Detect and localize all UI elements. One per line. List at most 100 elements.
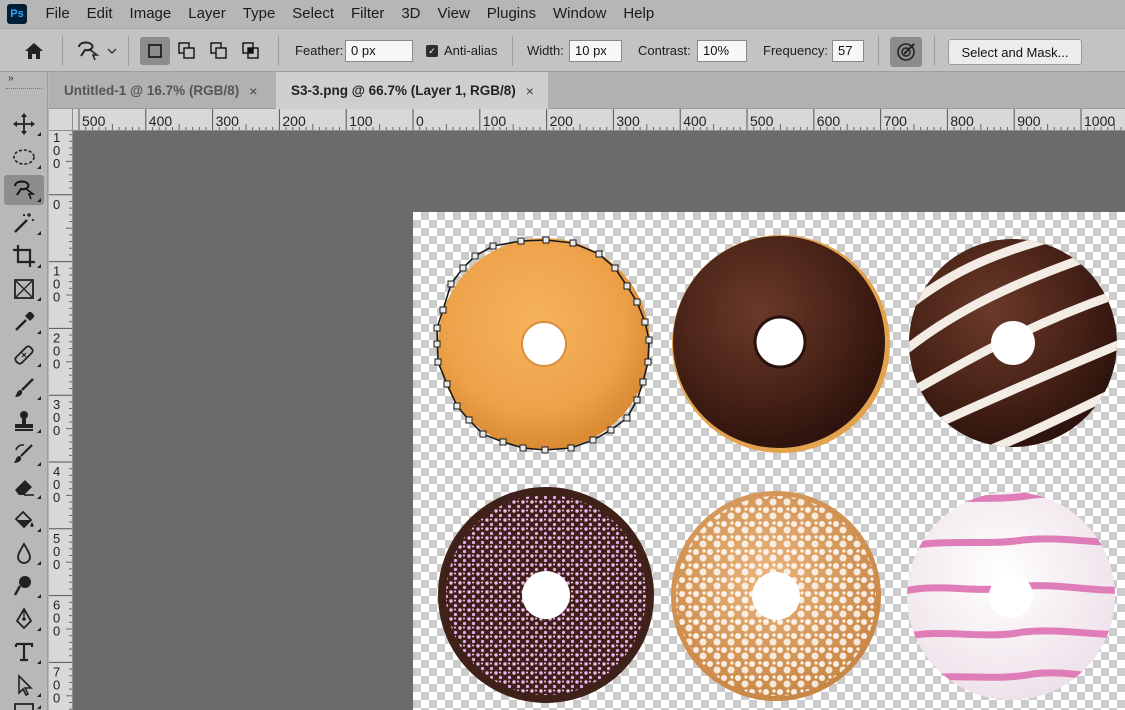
menu-type[interactable]: Type bbox=[234, 0, 284, 28]
width-input[interactable]: 10 px bbox=[569, 40, 622, 62]
lasso-anchor bbox=[541, 446, 549, 454]
lasso-anchor bbox=[453, 402, 461, 410]
lasso-anchor bbox=[542, 236, 550, 244]
ruler-label: 0 bbox=[416, 113, 424, 129]
type-tool-icon[interactable] bbox=[4, 637, 44, 667]
lasso-anchor bbox=[471, 252, 479, 260]
frequency-label: Frequency: bbox=[763, 43, 829, 58]
lasso-anchor bbox=[607, 426, 615, 434]
crop-tool-icon[interactable] bbox=[4, 241, 44, 271]
options-bar: Feather: 0 px ✓ Anti-alias Width: 10 px … bbox=[0, 28, 1125, 72]
horizontal-ruler[interactable]: 500 400 300 200 100 0 100 200 300 400 500 600 700 800… bbox=[73, 109, 1125, 131]
lasso-anchor bbox=[641, 318, 649, 326]
lasso-anchor bbox=[443, 380, 451, 388]
menu-view[interactable]: View bbox=[429, 0, 478, 28]
lasso-anchor bbox=[611, 264, 619, 272]
canvas-workspace[interactable] bbox=[73, 131, 1125, 710]
document-canvas[interactable] bbox=[413, 212, 1125, 710]
chevron-down-icon[interactable] bbox=[104, 39, 120, 63]
menu-file[interactable]: File bbox=[37, 0, 78, 28]
elliptical-marquee-tool-icon[interactable] bbox=[4, 142, 44, 172]
healing-brush-tool-icon[interactable] bbox=[4, 340, 44, 370]
menu-help[interactable]: Help bbox=[615, 0, 663, 28]
feather-input[interactable]: 0 px bbox=[345, 40, 413, 62]
menu-bar: Ps File Edit Image Layer Type Select Fil… bbox=[0, 0, 1125, 28]
frequency-input[interactable]: 57 bbox=[832, 40, 864, 62]
menu-select[interactable]: Select bbox=[284, 0, 343, 28]
donuts-image bbox=[433, 235, 1117, 703]
photoshop-window: Ps File Edit Image Layer Type Select Fil… bbox=[0, 0, 1125, 710]
pen-tool-icon[interactable] bbox=[4, 604, 44, 634]
tab-s3-3-png[interactable]: S3-3.png @ 66.7% (Layer 1, RGB/8) × bbox=[276, 72, 548, 109]
ruler-label: 300 bbox=[216, 113, 240, 129]
move-tool-icon[interactable] bbox=[4, 109, 44, 139]
vertical-ruler[interactable]: 1000100200300400500600700 bbox=[49, 131, 73, 710]
eyedropper-tool-icon[interactable] bbox=[4, 307, 44, 337]
pen-pressure-icon[interactable] bbox=[890, 37, 922, 67]
antialias-label: Anti-alias bbox=[444, 43, 498, 58]
eraser-tool-icon[interactable] bbox=[4, 472, 44, 502]
ruler-label: 600 bbox=[817, 113, 841, 129]
tool-preset-magnetic-lasso-icon[interactable] bbox=[74, 39, 102, 63]
lasso-anchor bbox=[434, 358, 442, 366]
ruler-label: 900 bbox=[1017, 113, 1041, 129]
menu-layer[interactable]: Layer bbox=[180, 0, 235, 28]
dodge-tool-icon[interactable] bbox=[4, 571, 44, 601]
document-tab-bar: Untitled-1 @ 16.7% (RGB/8) × S3-3.png @ … bbox=[49, 72, 1125, 109]
lasso-anchor bbox=[645, 336, 653, 344]
new-selection-icon[interactable] bbox=[140, 37, 170, 65]
width-label: Width: bbox=[527, 43, 564, 58]
lasso-anchor bbox=[644, 358, 652, 366]
history-brush-tool-icon[interactable] bbox=[4, 439, 44, 469]
close-icon[interactable]: × bbox=[526, 83, 534, 99]
contrast-input[interactable]: 10% bbox=[697, 40, 747, 62]
ruler-label: 400 bbox=[149, 113, 173, 129]
lasso-anchor bbox=[479, 430, 487, 438]
magic-wand-tool-icon[interactable] bbox=[4, 208, 44, 238]
photoshop-logo-icon[interactable]: Ps bbox=[7, 4, 27, 24]
ruler-label: 0 bbox=[53, 290, 60, 305]
magnetic-lasso-tool-icon[interactable] bbox=[4, 175, 44, 205]
ruler-label: 500 bbox=[750, 113, 774, 129]
lasso-anchor bbox=[567, 444, 575, 452]
ruler-label: 0 bbox=[53, 197, 60, 212]
lasso-anchor bbox=[633, 396, 641, 404]
sugar-donut bbox=[671, 491, 881, 701]
tools-panel: » bbox=[0, 72, 48, 710]
lasso-anchor bbox=[499, 438, 507, 446]
paint-bucket-tool-icon[interactable] bbox=[4, 505, 44, 535]
ruler-label: 200 bbox=[282, 113, 306, 129]
lasso-anchor bbox=[639, 378, 647, 386]
ruler-origin[interactable] bbox=[49, 109, 73, 131]
add-to-selection-icon[interactable] bbox=[174, 39, 200, 63]
collapse-panel-icon[interactable]: » bbox=[0, 72, 47, 86]
home-icon[interactable] bbox=[22, 39, 46, 63]
menu-plugins[interactable]: Plugins bbox=[478, 0, 544, 28]
ruler-label: 100 bbox=[349, 113, 373, 129]
ruler-label: 400 bbox=[683, 113, 707, 129]
antialias-checkbox[interactable]: ✓ bbox=[426, 45, 438, 57]
menu-filter[interactable]: Filter bbox=[343, 0, 393, 28]
menu-edit[interactable]: Edit bbox=[78, 0, 121, 28]
clone-stamp-tool-icon[interactable] bbox=[4, 406, 44, 436]
intersect-selection-icon[interactable] bbox=[238, 39, 264, 63]
ruler-label: 100 bbox=[483, 113, 507, 129]
rectangle-tool-icon[interactable] bbox=[4, 700, 44, 710]
close-icon[interactable]: × bbox=[249, 83, 257, 99]
ruler-label: 1000 bbox=[1084, 113, 1115, 129]
tab-untitled-1[interactable]: Untitled-1 @ 16.7% (RGB/8) × bbox=[49, 72, 275, 109]
subtract-from-selection-icon[interactable] bbox=[206, 39, 232, 63]
ruler-label: 800 bbox=[950, 113, 974, 129]
striped-chocolate-donut bbox=[909, 239, 1117, 447]
select-and-mask-button[interactable]: Select and Mask... bbox=[948, 39, 1082, 65]
path-selection-tool-icon[interactable] bbox=[4, 670, 44, 700]
menu-window[interactable]: Window bbox=[544, 0, 614, 28]
lasso-anchor bbox=[569, 239, 577, 247]
frame-tool-icon[interactable] bbox=[4, 274, 44, 304]
ruler-label: 0 bbox=[53, 690, 60, 705]
ruler-label: 0 bbox=[53, 156, 60, 171]
menu-image[interactable]: Image bbox=[121, 0, 180, 28]
menu-3d[interactable]: 3D bbox=[393, 0, 429, 28]
brush-tool-icon[interactable] bbox=[4, 373, 44, 403]
blur-tool-icon[interactable] bbox=[4, 538, 44, 568]
